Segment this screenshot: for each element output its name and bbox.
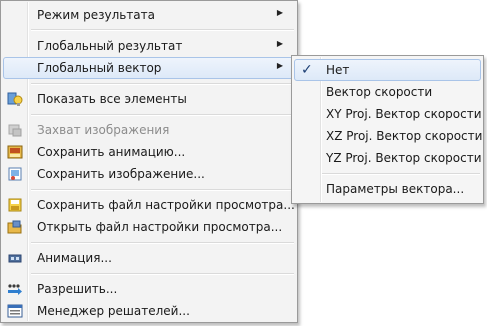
menu-item-global-vector[interactable]: Глобальный вектор ▶ [3, 57, 295, 79]
submenu-item-velocity-vector[interactable]: Вектор скорости [294, 81, 481, 103]
submenu-item-label: Параметры вектора... [326, 182, 465, 196]
menu-item-open-view-settings[interactable]: Открыть файл настройки просмотра... [3, 216, 295, 238]
menu-separator [31, 273, 294, 275]
save-animation-icon [7, 145, 23, 159]
submenu-item-xz-proj-velocity[interactable]: XZ Proj. Вектор скорости [294, 125, 483, 147]
menu-item-save-image[interactable]: Сохранить изображение... [3, 163, 295, 185]
menu-item-label: Захват изображения [37, 123, 170, 137]
menu-item-capture-image[interactable]: Захват изображения [3, 119, 295, 141]
menu-item-label: Глобальный вектор [37, 61, 162, 75]
menu-separator [31, 114, 294, 116]
menu-separator [31, 83, 294, 85]
save-file-icon [8, 198, 22, 212]
menu-item-label: Сохранить изображение... [37, 167, 205, 181]
menu-item-show-all-elements[interactable]: Показать все элементы [3, 88, 295, 110]
film-strip-icon [8, 254, 22, 263]
menu-item-animation[interactable]: Анимация... [3, 247, 295, 269]
menu-separator [31, 242, 294, 244]
submenu-item-vector-parameters[interactable]: Параметры вектора... [294, 178, 481, 200]
capture-image-icon [8, 124, 22, 137]
menu-item-label: Сохранить анимацию... [37, 145, 186, 159]
submenu-item-label: XZ Proj. Вектор скорости [326, 129, 483, 143]
menu-item-label: Менеджер решателей... [37, 304, 190, 318]
menu-item-solver-manager[interactable]: Менеджер решателей... [3, 300, 295, 322]
context-menu: Режим результата ▶ Глобальный результат … [0, 0, 298, 323]
menu-item-label: Анимация... [37, 251, 112, 265]
submenu-arrow-icon: ▶ [276, 61, 283, 70]
menu-separator [31, 189, 294, 191]
submenu-item-xy-proj-velocity[interactable]: XY Proj. Вектор скорости [294, 103, 482, 125]
menu-item-label: Показать все элементы [37, 92, 187, 106]
solver-manager-icon [7, 304, 23, 318]
menu-item-global-result[interactable]: Глобальный результат ▶ [3, 35, 295, 57]
menu-separator [31, 29, 294, 31]
submenu-item-label: YZ Proj. Вектор скорости [326, 151, 482, 165]
menu-item-label: Разрешить... [37, 282, 118, 296]
menu-separator [322, 173, 480, 175]
save-image-icon [8, 167, 22, 181]
menu-item-label: Сохранить файл настройки просмотра... [37, 198, 295, 212]
submenu-arrow-icon: ▶ [276, 8, 283, 17]
global-vector-submenu: ✓ Нет Вектор скорости XY Proj. Вектор ск… [291, 55, 484, 204]
menu-item-label: Режим результата [37, 8, 156, 22]
checkmark-icon: ✓ [301, 62, 313, 78]
menu-item-label: Глобальный результат [37, 39, 183, 53]
submenu-item-label: XY Proj. Вектор скорости [326, 107, 482, 121]
menu-item-solve[interactable]: Разрешить... [3, 278, 295, 300]
menu-item-save-view-settings[interactable]: Сохранить файл настройки просмотра... [3, 194, 295, 216]
submenu-item-label: Нет [326, 63, 350, 77]
submenu-arrow-icon: ▶ [276, 39, 283, 48]
menu-item-save-animation[interactable]: Сохранить анимацию... [3, 141, 295, 163]
solve-icon [8, 284, 22, 295]
submenu-item-none[interactable]: ✓ Нет [294, 59, 481, 81]
show-elements-icon [7, 92, 23, 106]
submenu-item-yz-proj-velocity[interactable]: YZ Proj. Вектор скорости [294, 147, 482, 169]
submenu-item-label: Вектор скорости [326, 85, 433, 99]
menu-item-label: Открыть файл настройки просмотра... [37, 220, 283, 234]
open-file-icon [7, 220, 22, 234]
menu-item-result-mode[interactable]: Режим результата ▶ [3, 4, 295, 26]
